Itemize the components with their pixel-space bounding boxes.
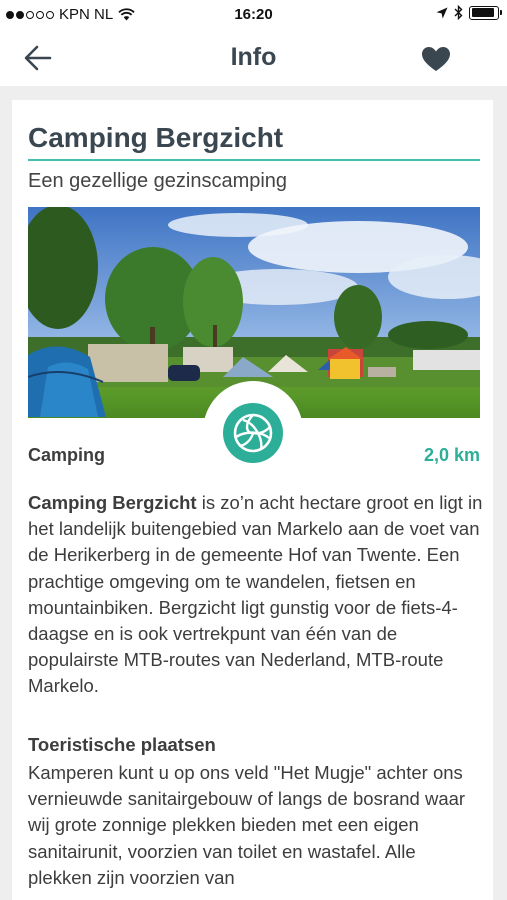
intro-bold: Camping Bergzicht <box>28 492 197 513</box>
place-tagline: Een gezellige gezinscamping <box>28 170 288 192</box>
category-badge <box>223 403 283 463</box>
heart-icon <box>422 47 450 71</box>
distance-label: 2,0 km <box>423 445 480 465</box>
battery-level <box>471 8 494 17</box>
section-heading: Toeristische plaatsen <box>28 734 216 755</box>
bluetooth-icon <box>454 5 463 20</box>
detail-card: Camping Bergzicht Een gezellige gezinsca… <box>12 100 493 900</box>
intro-paragraph: Camping Bergzicht is zo’n acht hectare g… <box>28 490 484 700</box>
status-bar: KPN NL 16:20 <box>0 0 507 30</box>
favorite-button[interactable] <box>420 46 452 72</box>
volleyball-icon <box>233 413 273 453</box>
title-divider <box>28 159 480 161</box>
clock: 16:20 <box>234 6 273 23</box>
section-paragraph: Kamperen kunt u op ons veld "Het Mugje" … <box>28 762 466 888</box>
location-arrow-icon <box>436 7 448 18</box>
intro-text: is zo’n acht hectare groot en ligt in he… <box>28 492 483 697</box>
place-name: Camping Bergzicht <box>28 122 284 153</box>
status-right <box>436 5 502 20</box>
category-label: Camping <box>28 445 106 465</box>
battery-icon <box>469 5 502 20</box>
nav-bar: Info <box>0 30 507 86</box>
